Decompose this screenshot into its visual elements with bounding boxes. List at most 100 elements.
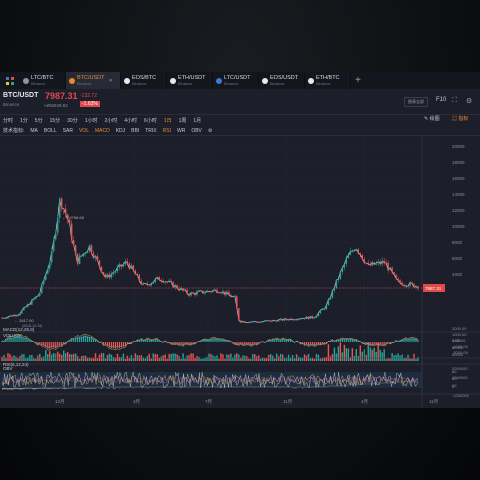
indicator-bbi[interactable]: BBI (131, 128, 139, 134)
candle (192, 292, 194, 294)
rsi-pane: RSI(6,12,24) 80 50 20 (0, 362, 457, 389)
candle (166, 281, 168, 283)
interval-item[interactable]: 1分 (20, 117, 28, 124)
candle (407, 286, 409, 287)
candle (128, 263, 131, 269)
candle (15, 314, 17, 316)
rsi-axis-ticks: 80 50 20 (452, 369, 457, 388)
candle (55, 232, 57, 240)
candle (321, 309, 324, 311)
candle (403, 285, 405, 286)
candle (130, 265, 133, 269)
candle (295, 319, 298, 321)
candle (86, 251, 89, 253)
interval-item[interactable]: 15分 (50, 117, 61, 124)
candle (1, 318, 3, 319)
interval-item-selected[interactable]: 1日 (164, 117, 172, 124)
candle (19, 313, 21, 316)
candle (200, 290, 202, 292)
interval-item[interactable]: 5分 (35, 117, 43, 124)
indicator-wr[interactable]: WR (177, 128, 185, 134)
candle (381, 260, 383, 265)
tab-btc-usdt[interactable]: BTC/USDT Binance ✕ (66, 72, 121, 89)
time-tick: 11月 (283, 399, 292, 405)
tab-ltc-usdt[interactable]: LTC/USDT Binance (213, 72, 259, 89)
candle (116, 267, 119, 272)
macd-bar (21, 336, 23, 342)
grid-menu-icon[interactable] (0, 72, 20, 89)
candle (238, 308, 240, 321)
gear-icon[interactable]: ⚙ (208, 128, 212, 134)
interval-item[interactable]: 6小时 (144, 117, 157, 124)
candle (357, 249, 359, 253)
chart-area-lower[interactable]: MACD(12,26,9) 2000.001000.000.00-1000.00… (0, 322, 480, 408)
price-change-pct: -1.63% (80, 101, 100, 107)
tab-eos-usdt[interactable]: EOS/USDT Binance (259, 72, 305, 89)
indicator-kdj[interactable]: KDJ (116, 128, 125, 134)
candle (61, 198, 63, 209)
draw-tool-button[interactable]: ✎ 绘图 (424, 115, 440, 122)
candle (323, 309, 326, 310)
indicator-obv[interactable]: OBV (191, 128, 202, 134)
exchange-name: Binance (3, 102, 20, 107)
eos-icon (262, 77, 268, 84)
interval-bar: 分时 1分 5分 15分 30分 1小时 2小时 4小时 6小时 1日 1周 1… (0, 114, 480, 126)
interval-item[interactable]: 分时 (3, 117, 13, 124)
f10-button[interactable]: F10 (436, 97, 446, 103)
candle (72, 240, 75, 246)
interval-item[interactable]: 1月 (193, 117, 201, 124)
indicator-rsi[interactable]: RSI (163, 128, 171, 134)
indicator-vol[interactable]: VOL (79, 128, 89, 134)
full-chart-button[interactable]: 图表全部 (404, 97, 428, 107)
price-tick: 18000 (452, 160, 465, 165)
expand-icon[interactable]: ⛶ (452, 97, 457, 105)
macd-bar (118, 342, 121, 349)
indicator-sar[interactable]: SAR (63, 128, 73, 134)
candle (291, 318, 294, 320)
candle (216, 289, 218, 293)
interval-item[interactable]: 1周 (179, 117, 187, 124)
tab-eth-usdt[interactable]: ETH/USDT Binance (167, 72, 213, 89)
price-tick: 4000 (452, 272, 463, 277)
price-tick: 16000 (452, 176, 465, 181)
macd-histogram (1, 335, 419, 349)
draw-label: 绘图 (429, 116, 440, 122)
candle (68, 219, 71, 224)
candle (397, 278, 399, 281)
indicator-macd[interactable]: MACD (95, 128, 110, 134)
tab-eth-btc[interactable]: ETH/BTC Binance (305, 72, 351, 89)
price-tick: 6000 (452, 256, 463, 261)
interval-item[interactable]: 1小时 (85, 117, 98, 124)
candle (49, 262, 51, 270)
indicator-trix[interactable]: TRIX (145, 128, 156, 134)
interval-item[interactable]: 4小时 (124, 117, 137, 124)
candle (41, 284, 43, 294)
macd-bar (17, 335, 19, 342)
candle (188, 293, 190, 296)
close-icon[interactable]: ✕ (109, 78, 113, 84)
indicator-label: 指标 (458, 116, 469, 122)
candle (313, 317, 316, 319)
candle (182, 288, 184, 291)
indicator-boll[interactable]: BOLL (44, 128, 57, 134)
candle (59, 198, 61, 218)
interval-item[interactable]: 2小时 (104, 117, 117, 124)
macd-bar (114, 342, 117, 349)
indicator-ma[interactable]: MA (30, 128, 38, 134)
candle (415, 286, 417, 288)
tab-ltc-btc[interactable]: LTC/BTC Binance (20, 72, 66, 89)
interval-item[interactable]: 30分 (67, 117, 78, 124)
add-tab-icon[interactable]: + (351, 72, 365, 89)
litecoin-icon (216, 77, 222, 84)
candle (411, 282, 413, 284)
indicator-button[interactable]: ▤ 指标 (452, 115, 468, 122)
candle (210, 291, 212, 293)
candle (399, 280, 401, 283)
candle (377, 261, 379, 264)
candle (100, 266, 103, 273)
candle (236, 296, 238, 309)
tab-eos-btc[interactable]: EOS/BTC Binance (121, 72, 167, 89)
candle (134, 270, 137, 275)
candle (120, 264, 123, 267)
settings-icon[interactable]: ⚙ (466, 97, 472, 105)
